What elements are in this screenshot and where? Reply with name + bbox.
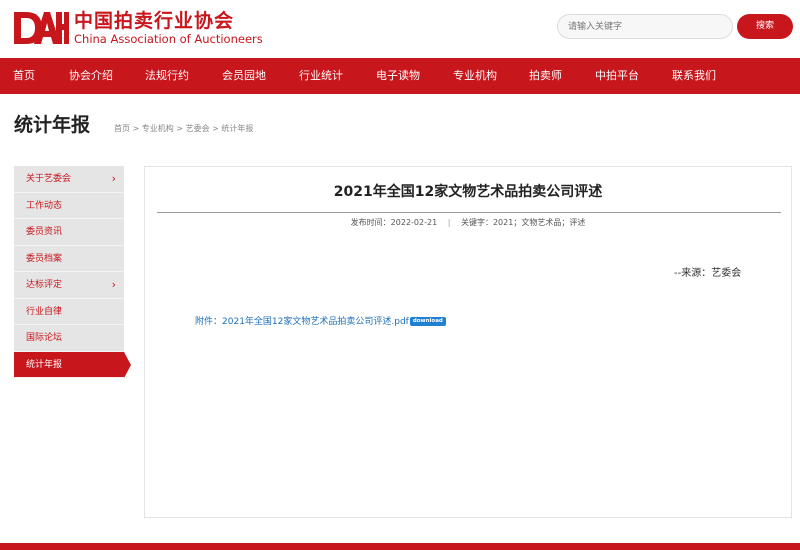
- sidebar-item-member-archive[interactable]: 委员档案: [14, 246, 124, 272]
- sidebar-item-certification[interactable]: 达标评定 ›: [14, 272, 124, 299]
- logo-mark-icon: [14, 12, 69, 44]
- download-icon[interactable]: download: [409, 317, 446, 326]
- logo-chinese-name: 中国拍卖行业协会: [74, 10, 235, 32]
- nav-item-home[interactable]: 首页: [13, 58, 35, 94]
- page-title: 统计年报: [14, 114, 91, 136]
- breadcrumb-current: 统计年报: [221, 124, 254, 133]
- breadcrumb-home[interactable]: 首页: [114, 124, 130, 133]
- sidebar-item-label: 委员档案: [26, 253, 63, 264]
- article-title: 2021年全国12家文物艺术品拍卖公司评述: [333, 184, 603, 200]
- footer-bar: [0, 543, 800, 550]
- article-source: --来源：艺委会: [674, 268, 742, 279]
- nav-item-members[interactable]: 会员园地: [222, 58, 266, 94]
- breadcrumb-separator: >: [212, 124, 219, 133]
- publish-label: 发布时间：: [350, 218, 391, 227]
- title-divider: [157, 212, 781, 213]
- chevron-right-icon: ›: [111, 172, 116, 185]
- breadcrumb: 首页 > 专业机构 > 艺委会 > 统计年报: [114, 123, 253, 134]
- sidebar-item-label: 国际论坛: [26, 333, 63, 343]
- publish-date: 2022-02-21: [390, 218, 438, 227]
- sidebar-item-label: 行业自律: [26, 306, 63, 317]
- breadcrumb-separator: >: [132, 124, 140, 133]
- nav-item-auctioneers[interactable]: 拍卖师: [529, 58, 562, 94]
- sidebar-item-member-news[interactable]: 委员资讯: [14, 219, 124, 246]
- sidebar-item-label: 统计年报: [26, 359, 63, 370]
- nav-item-institutions[interactable]: 专业机构: [453, 58, 497, 94]
- chevron-right-icon: ›: [111, 278, 116, 291]
- nav-item-regulations[interactable]: 法规行约: [145, 58, 189, 94]
- main-nav: 首页 协会介绍 法规行约 会员园地 行业统计 电子读物 专业机构 拍卖师 中拍平…: [0, 58, 800, 94]
- search-input[interactable]: [557, 14, 733, 39]
- nav-item-platform[interactable]: 中拍平台: [595, 58, 639, 94]
- nav-item-e-reading[interactable]: 电子读物: [376, 58, 420, 94]
- site-header: 中国拍卖行业协会 China Association of Auctioneer…: [0, 0, 800, 58]
- keywords-label: 关键字：: [460, 218, 493, 227]
- search-button[interactable]: 搜索: [737, 14, 793, 39]
- meta-separator: |: [447, 218, 451, 227]
- attachment-link[interactable]: 2021年全国12家文物艺术品拍卖公司评述.pdf: [222, 317, 409, 327]
- sidebar-item-label: 关于艺委会: [26, 174, 72, 184]
- breadcrumb-separator: >: [176, 124, 184, 133]
- sidebar-item-self-discipline[interactable]: 行业自律: [14, 299, 124, 325]
- attachment-row: 附件：2021年全国12家文物艺术品拍卖公司评述.pdf download: [195, 314, 446, 327]
- nav-item-contact[interactable]: 联系我们: [672, 58, 716, 94]
- sidebar-item-forum[interactable]: 国际论坛: [14, 325, 124, 352]
- nav-item-statistics[interactable]: 行业统计: [299, 58, 343, 94]
- article-meta: 发布时间：2022-02-21 | 关键字：2021；文物艺术品；评述: [145, 217, 791, 228]
- keywords-value: 2021；文物艺术品；评述: [492, 218, 586, 227]
- breadcrumb-institutions[interactable]: 专业机构: [142, 124, 174, 133]
- site-logo[interactable]: 中国拍卖行业协会 China Association of Auctioneer…: [12, 8, 263, 48]
- attachment-label: 附件：: [195, 317, 223, 327]
- article-panel: 2021年全国12家文物艺术品拍卖公司评述 发布时间：2022-02-21 | …: [144, 166, 792, 518]
- logo-english-name: China Association of Auctioneers: [74, 32, 263, 46]
- breadcrumb-art-committee[interactable]: 艺委会: [186, 124, 210, 133]
- sidebar-menu: 关于艺委会 › 工作动态 委员资讯 委员档案 达标评定 › 行业自律 国际论坛 …: [14, 166, 131, 378]
- sidebar-item-label: 委员资讯: [26, 227, 63, 237]
- sidebar-item-annual-report[interactable]: 统计年报: [14, 351, 131, 378]
- sidebar-item-about-committee[interactable]: 关于艺委会 ›: [14, 166, 124, 193]
- sidebar-item-work-news[interactable]: 工作动态: [14, 193, 124, 219]
- sidebar-item-label: 达标评定: [26, 280, 63, 290]
- nav-item-about[interactable]: 协会介绍: [69, 58, 113, 94]
- sidebar-item-label: 工作动态: [26, 200, 63, 211]
